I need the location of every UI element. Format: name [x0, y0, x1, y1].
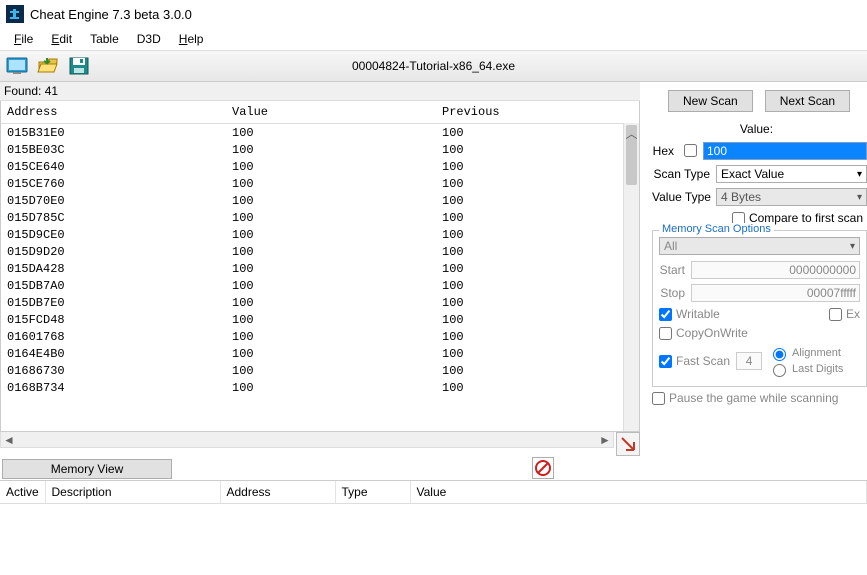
scroll-left-icon[interactable]: ◄ — [1, 433, 17, 447]
memory-scan-options-group: Memory Scan Options All▾ Start Stop Writ… — [652, 230, 867, 387]
col-active[interactable]: Active — [0, 481, 45, 504]
table-row[interactable]: 01686730100100 — [1, 362, 639, 379]
open-process-button[interactable] — [3, 53, 31, 79]
scantype-label: Scan Type — [652, 167, 716, 181]
executable-checkbox[interactable]: Ex — [829, 307, 860, 321]
memopts-legend: Memory Scan Options — [659, 223, 774, 235]
col-type[interactable]: Type — [335, 481, 410, 504]
scantype-combo[interactable]: Exact Value▾ — [716, 165, 867, 183]
chevron-down-icon: ▾ — [850, 241, 855, 252]
start-input[interactable] — [691, 261, 860, 279]
table-row[interactable]: 015DB7A0100100 — [1, 277, 639, 294]
table-row[interactable]: 015FCD48100100 — [1, 311, 639, 328]
table-row[interactable]: 015DB7E0100100 — [1, 294, 639, 311]
chevron-down-icon: ▾ — [857, 169, 862, 180]
fastscan-checkbox[interactable]: Fast Scan — [659, 354, 730, 368]
vertical-scrollbar[interactable]: ︿ — [623, 123, 639, 431]
horizontal-scrollbar[interactable]: ◄ ► — [0, 432, 614, 448]
process-name: 00004824-Tutorial-x86_64.exe — [0, 59, 867, 73]
add-selected-addresses-button[interactable] — [616, 432, 640, 456]
table-row[interactable]: 015D70E0100100 — [1, 192, 639, 209]
valuetype-label: Value Type — [652, 190, 716, 204]
start-label: Start — [659, 263, 691, 277]
col-description[interactable]: Description — [45, 481, 220, 504]
col-addr[interactable]: Address — [220, 481, 335, 504]
table-row[interactable]: 015CE640100100 — [1, 158, 639, 175]
menu-help[interactable]: Help — [171, 30, 212, 48]
table-row[interactable]: 015CE760100100 — [1, 175, 639, 192]
menu-edit[interactable]: Edit — [43, 30, 80, 48]
memory-view-button[interactable]: Memory View — [2, 459, 172, 479]
address-list[interactable]: Active Description Address Type Value — [0, 480, 867, 575]
menu-file[interactable]: File — [6, 30, 41, 48]
lastdigits-radio[interactable]: Last Digits — [768, 361, 843, 377]
col-previous[interactable]: Previous — [436, 101, 639, 124]
next-scan-button[interactable]: Next Scan — [765, 90, 850, 112]
table-row[interactable]: 015D785C100100 — [1, 209, 639, 226]
value-label: Value: — [740, 122, 779, 136]
found-count: Found: 41 — [0, 82, 640, 101]
alignment-radio[interactable]: Alignment — [768, 345, 843, 361]
table-row[interactable]: 015BE03C100100 — [1, 141, 639, 158]
results-pane: Found: 41 Address Value Previous 015B31E… — [0, 82, 640, 456]
scan-options-pane: New Scan Next Scan Value: Hex Scan Type … — [640, 82, 867, 456]
table-row[interactable]: 0164E4B0100100 — [1, 345, 639, 362]
menu-table[interactable]: Table — [82, 30, 127, 48]
new-scan-button[interactable]: New Scan — [668, 90, 753, 112]
action-bar: Memory View — [0, 456, 867, 480]
app-icon — [6, 5, 24, 23]
open-file-button[interactable] — [34, 53, 62, 79]
clear-list-button[interactable] — [532, 457, 554, 479]
stop-label: Stop — [659, 286, 691, 300]
table-row[interactable]: 015D9D20100100 — [1, 243, 639, 260]
hex-label: Hex — [652, 144, 680, 158]
toolbar: 00004824-Tutorial-x86_64.exe — [0, 50, 867, 82]
table-row[interactable]: 0168B734100100 — [1, 379, 639, 396]
table-row[interactable]: 01601768100100 — [1, 328, 639, 345]
value-input[interactable] — [703, 142, 867, 160]
window-title: Cheat Engine 7.3 beta 3.0.0 — [30, 7, 192, 22]
table-row[interactable]: 015D9CE0100100 — [1, 226, 639, 243]
preset-combo[interactable]: All▾ — [659, 237, 860, 255]
fastscan-value-input[interactable] — [736, 352, 762, 370]
menu-d3d[interactable]: D3D — [129, 30, 169, 48]
copyonwrite-checkbox[interactable]: CopyOnWrite — [659, 326, 748, 340]
col-val[interactable]: Value — [410, 481, 867, 504]
save-button[interactable] — [65, 53, 93, 79]
scroll-right-icon[interactable]: ► — [597, 433, 613, 447]
table-row[interactable]: 015B31E0100100 — [1, 124, 639, 142]
hex-checkbox[interactable] — [684, 144, 697, 157]
col-address[interactable]: Address — [1, 101, 226, 124]
scroll-up-icon[interactable]: ︿ — [624, 125, 639, 141]
table-row[interactable]: 015DA428100100 — [1, 260, 639, 277]
valuetype-combo[interactable]: 4 Bytes▾ — [716, 188, 867, 206]
results-table[interactable]: Address Value Previous 015B31E0100100015… — [0, 101, 640, 432]
chevron-down-icon: ▾ — [857, 192, 862, 203]
pause-checkbox[interactable]: Pause the game while scanning — [652, 391, 838, 405]
col-value[interactable]: Value — [226, 101, 436, 124]
writable-checkbox[interactable]: Writable — [659, 307, 720, 321]
title-bar: Cheat Engine 7.3 beta 3.0.0 — [0, 0, 867, 28]
menu-bar: File Edit Table D3D Help — [0, 28, 867, 50]
stop-input[interactable] — [691, 284, 860, 302]
